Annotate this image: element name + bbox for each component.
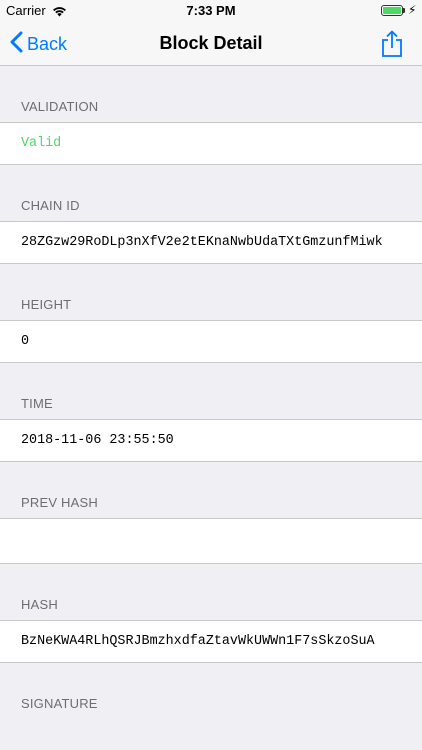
navigation-bar: Back Block Detail [0, 22, 422, 66]
battery-level [383, 7, 401, 14]
prev-hash-value [0, 518, 422, 564]
section-chain-id: CHAIN ID 28ZGzw29RoDLp3nXfV2e2tEKnaNwbUd… [0, 165, 422, 264]
section-header: PREV HASH [21, 495, 98, 510]
section-height: HEIGHT 0 [0, 264, 422, 363]
hash-value: BzNeKWA4RLhQSRJBmzhxdfaZtavWkUWWn1F7sSkz… [0, 620, 422, 663]
validation-value: Valid [0, 122, 422, 165]
section-header: VALIDATION [21, 99, 99, 114]
status-bar: Carrier 7:33 PM ⚡ [0, 0, 422, 22]
time-value: 2018-11-06 23:55:50 [0, 419, 422, 462]
section-prev-hash: PREV HASH [0, 462, 422, 564]
section-header: CHAIN ID [21, 198, 80, 213]
section-time: TIME 2018-11-06 23:55:50 [0, 363, 422, 462]
page-title: Block Detail [159, 33, 263, 53]
battery-icon [381, 5, 403, 16]
height-value: 0 [0, 320, 422, 363]
battery-cap [403, 8, 405, 13]
share-button[interactable] [380, 30, 404, 58]
section-header: HASH [21, 597, 58, 612]
detail-list: VALIDATION Valid CHAIN ID 28ZGzw29RoDLp3… [0, 66, 422, 719]
status-time: 7:33 PM [186, 3, 236, 18]
chain-id-value: 28ZGzw29RoDLp3nXfV2e2tEKnaNwbUdaTXtGmzun… [0, 221, 422, 264]
charging-bolt-icon: ⚡ [408, 3, 417, 17]
section-header: HEIGHT [21, 297, 72, 312]
section-hash: HASH BzNeKWA4RLhQSRJBmzhxdfaZtavWkUWWn1F… [0, 564, 422, 663]
section-header: TIME [21, 396, 53, 411]
section-header: SIGNATURE [21, 696, 98, 711]
section-validation: VALIDATION Valid [0, 66, 422, 165]
section-signature: SIGNATURE [0, 663, 422, 719]
share-icon [380, 30, 404, 62]
